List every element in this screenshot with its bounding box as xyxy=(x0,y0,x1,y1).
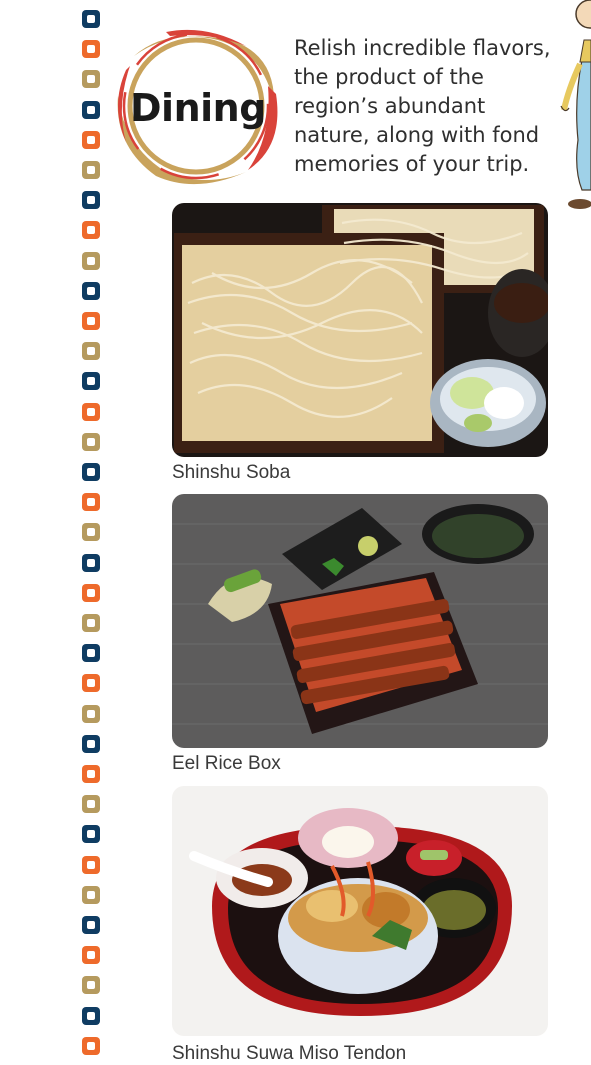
decorative-square xyxy=(82,191,100,210)
decorative-square xyxy=(82,674,100,693)
decorative-square xyxy=(82,1006,100,1025)
decorative-square xyxy=(82,251,100,270)
dish-caption: Shinshu Suwa Miso Tendon xyxy=(172,1043,407,1064)
decorative-square xyxy=(82,342,100,361)
decorative-square xyxy=(82,432,100,451)
decorative-square xyxy=(82,1036,100,1055)
decorative-square xyxy=(82,825,100,844)
decorative-square xyxy=(82,402,100,421)
decorative-square xyxy=(82,583,100,602)
mascot-character-icon xyxy=(560,0,591,209)
decorative-square xyxy=(82,312,100,330)
decorative-square xyxy=(82,885,100,904)
decorative-square xyxy=(82,765,100,783)
dining-title: Dining xyxy=(130,86,266,130)
intro-text: Relish incredible flavors, the product o… xyxy=(294,34,564,179)
decorative-square xyxy=(82,40,100,59)
decorative-square xyxy=(82,795,100,814)
decorative-square xyxy=(82,734,100,753)
decorative-square xyxy=(82,916,100,934)
decorative-square xyxy=(82,100,100,119)
dish-caption: Eel Rice Box xyxy=(172,753,281,774)
decorative-square xyxy=(82,704,100,723)
decorative-square xyxy=(82,855,100,874)
dish-caption: Shinshu Soba xyxy=(172,462,291,483)
decorative-square xyxy=(82,70,100,89)
intro-line: Relish incredible flavors, xyxy=(294,36,551,60)
decorative-square xyxy=(82,161,100,179)
decorative-square xyxy=(82,644,100,663)
decorative-square xyxy=(82,493,100,512)
intro-line: the product of the xyxy=(294,65,484,89)
decorative-square xyxy=(82,946,100,965)
intro-line: nature, along with fond xyxy=(294,123,540,147)
decorative-square xyxy=(82,130,100,149)
decorative-square xyxy=(82,463,100,481)
decorative-square xyxy=(82,281,100,300)
decorative-square xyxy=(82,523,100,542)
decorative-square xyxy=(82,372,100,391)
miso-tendon-photo xyxy=(172,786,548,1036)
decorative-square xyxy=(82,10,100,28)
decorative-square xyxy=(82,976,100,995)
eel-rice-box-photo xyxy=(172,494,548,748)
soba-noodles-photo xyxy=(172,203,548,457)
decorative-square xyxy=(82,553,100,572)
intro-line: memories of your trip. xyxy=(294,152,530,176)
decorative-square xyxy=(82,614,100,632)
intro-line: region’s abundant xyxy=(294,94,486,118)
decorative-square xyxy=(82,221,100,240)
